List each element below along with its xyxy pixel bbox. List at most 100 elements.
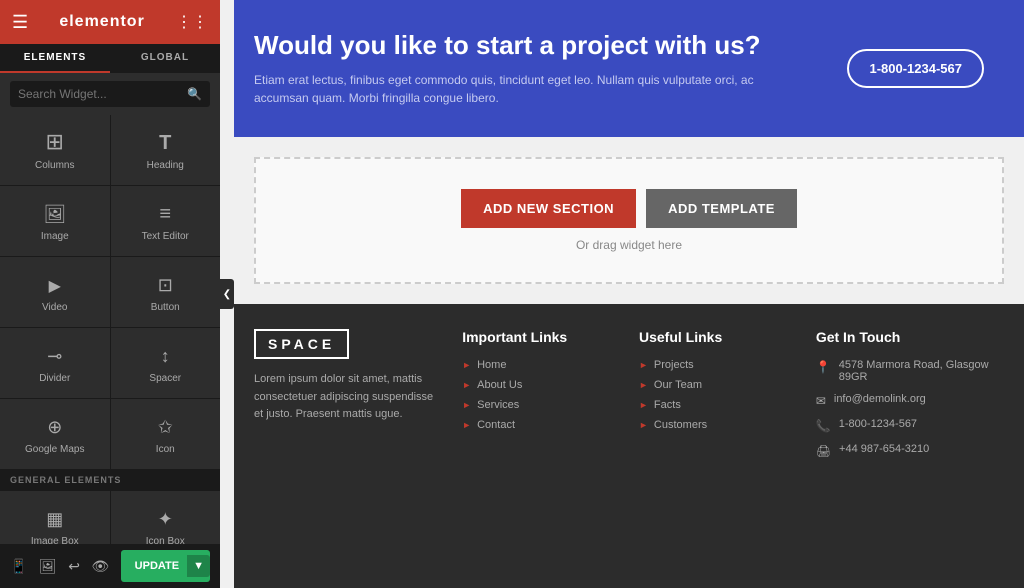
widget-icon[interactable]: Icon [111, 399, 221, 469]
general-elements-label: GENERAL ELEMENTS [0, 470, 220, 490]
footer-link-team[interactable]: ►Our Team [639, 379, 796, 391]
hamburger-icon[interactable]: ☰ [12, 12, 28, 33]
get-in-touch-title: Get In Touch [816, 329, 1004, 345]
widget-icon-label: Icon [156, 444, 175, 455]
icon-box-icon [158, 505, 173, 531]
widget-spacer-label: Spacer [149, 373, 181, 384]
chevron-icon: ► [462, 380, 471, 390]
widget-google-maps-label: Google Maps [25, 444, 84, 455]
footer-link-facts[interactable]: ►Facts [639, 399, 796, 411]
columns-icon [46, 129, 64, 155]
monitor-icon[interactable]: 🖼 [39, 558, 57, 575]
widgets-grid: Columns Heading Image Text Editor Video … [0, 115, 220, 544]
widget-columns[interactable]: Columns [0, 115, 110, 185]
widget-google-maps[interactable]: Google Maps [0, 399, 110, 469]
main-content: Would you like to start a project with u… [234, 0, 1024, 588]
hero-title: Would you like to start a project with u… [254, 30, 847, 61]
footer-link-customers[interactable]: ►Customers [639, 419, 796, 431]
drag-hint: Or drag widget here [576, 238, 682, 252]
mobile-icon[interactable]: 📱 [10, 558, 27, 575]
widget-heading-label: Heading [147, 160, 184, 171]
footer-link-about[interactable]: ►About Us [462, 379, 619, 391]
widget-button[interactable]: Button [111, 257, 221, 327]
collapse-sidebar-handle[interactable]: ❮ [220, 279, 234, 309]
update-arrow-icon[interactable]: ▼ [187, 555, 210, 577]
phone-icon: 📞 [816, 419, 831, 433]
widget-video-label: Video [42, 302, 67, 313]
widget-text-editor-label: Text Editor [142, 231, 189, 242]
widget-icon-box-label: Icon Box [146, 536, 185, 544]
chevron-icon: ► [639, 400, 648, 410]
update-button[interactable]: UPDATE ▼ [121, 550, 210, 582]
widget-icon-box[interactable]: Icon Box [111, 491, 221, 544]
icon-widget-icon [158, 413, 173, 439]
search-input[interactable] [10, 81, 210, 107]
footer-brand-col: SPACE Lorem ipsum dolor sit amet, mattis… [254, 329, 442, 563]
widget-heading[interactable]: Heading [111, 115, 221, 185]
sidebar: ☰ elementor ⋮⋮ ELEMENTS GLOBAL 🔍 Columns… [0, 0, 220, 588]
add-template-button[interactable]: ADD TEMPLATE [646, 189, 797, 228]
undo-icon[interactable]: ↩ [68, 558, 80, 575]
footer-description: Lorem ipsum dolor sit amet, mattis conse… [254, 371, 442, 424]
footer-important-links: Important Links ►Home ►About Us ►Service… [462, 329, 619, 563]
widget-image[interactable]: Image [0, 186, 110, 256]
sidebar-footer: 📱 🖼 ↩ 👁 UPDATE ▼ [0, 544, 220, 588]
footer-link-projects[interactable]: ►Projects [639, 359, 796, 371]
widget-divider-label: Divider [39, 373, 70, 384]
chevron-icon: ► [639, 420, 648, 430]
footer-link-services[interactable]: ►Services [462, 399, 619, 411]
widget-columns-label: Columns [35, 160, 74, 171]
footer-link-home[interactable]: ►Home [462, 359, 619, 371]
widget-button-label: Button [151, 302, 180, 313]
tab-elements[interactable]: ELEMENTS [0, 44, 110, 73]
chevron-icon: ► [462, 420, 471, 430]
chevron-icon: ► [639, 380, 648, 390]
widget-image-label: Image [41, 231, 69, 242]
contact-address: 📍 4578 Marmora Road, Glasgow 89GR [816, 359, 1004, 383]
add-buttons-group: ADD NEW SECTION ADD TEMPLATE [461, 189, 797, 228]
button-icon [158, 271, 173, 297]
spacer-icon [161, 342, 170, 368]
hero-text: Would you like to start a project with u… [254, 30, 847, 107]
widget-image-box[interactable]: Image Box [0, 491, 110, 544]
elementor-logo: elementor [59, 13, 144, 31]
footer-contact-col: Get In Touch 📍 4578 Marmora Road, Glasgo… [816, 329, 1004, 563]
email-icon: ✉ [816, 394, 826, 408]
search-icon: 🔍 [187, 87, 202, 101]
footer-useful-links: Useful Links ►Projects ►Our Team ►Facts … [639, 329, 796, 563]
contact-email: ✉ info@demolink.org [816, 393, 1004, 408]
contact-fax: 🖨 +44 987-654-3210 [816, 443, 1004, 458]
footer-section: SPACE Lorem ipsum dolor sit amet, mattis… [234, 304, 1024, 588]
image-box-icon [46, 505, 63, 531]
important-links-title: Important Links [462, 329, 619, 345]
sidebar-header: ☰ elementor ⋮⋮ [0, 0, 220, 44]
sidebar-tabs: ELEMENTS GLOBAL [0, 44, 220, 73]
widget-divider[interactable]: Divider [0, 328, 110, 398]
search-area: 🔍 [0, 73, 220, 115]
widget-text-editor[interactable]: Text Editor [111, 186, 221, 256]
video-icon [49, 271, 61, 297]
heading-icon [159, 129, 171, 155]
grid-icon[interactable]: ⋮⋮ [176, 12, 208, 32]
useful-links-title: Useful Links [639, 329, 796, 345]
hero-section: Would you like to start a project with u… [234, 0, 1024, 137]
phone-button[interactable]: 1-800-1234-567 [847, 49, 984, 88]
divider-icon [47, 342, 62, 368]
widget-image-box-label: Image Box [31, 536, 79, 544]
eye-icon[interactable]: 👁 [91, 558, 109, 575]
widget-spacer[interactable]: Spacer [111, 328, 221, 398]
footer-link-contact[interactable]: ►Contact [462, 419, 619, 431]
add-new-section-button[interactable]: ADD NEW SECTION [461, 189, 636, 228]
google-maps-icon [47, 413, 62, 439]
text-editor-icon [159, 200, 171, 226]
chevron-icon: ► [462, 400, 471, 410]
empty-section: ADD NEW SECTION ADD TEMPLATE Or drag wid… [254, 157, 1004, 284]
brand-logo: SPACE [254, 329, 349, 359]
chevron-icon: ► [462, 360, 471, 370]
location-icon: 📍 [816, 360, 831, 374]
chevron-icon: ► [639, 360, 648, 370]
widget-video[interactable]: Video [0, 257, 110, 327]
image-icon [43, 200, 66, 226]
tab-global[interactable]: GLOBAL [110, 44, 220, 73]
hero-subtitle: Etiam erat lectus, finibus eget commodo … [254, 71, 754, 107]
